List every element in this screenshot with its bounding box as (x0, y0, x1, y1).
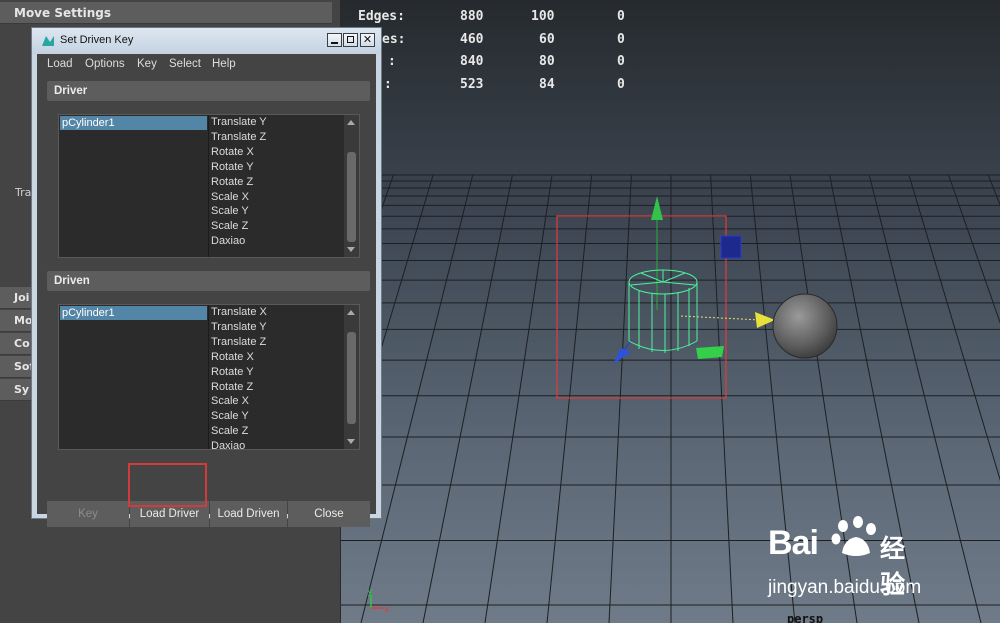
maximize-icon (347, 36, 354, 43)
scroll-down-icon[interactable] (347, 439, 355, 444)
attribute-item[interactable]: Rotate Z (211, 381, 253, 393)
attribute-item[interactable]: Translate Y (211, 321, 267, 333)
attribute-item[interactable]: Rotate X (211, 351, 254, 363)
hud-value-2c: 0 (617, 32, 625, 47)
dialog-client-area: Load Options Key Select Help Driver pCyl… (37, 54, 376, 527)
hud-value-2a: 460 (460, 32, 484, 47)
set-driven-key-dialog: Set Driven Key ✕ Load Options Key Select… (31, 27, 382, 527)
attribute-item[interactable]: Translate Z (211, 336, 266, 348)
attribute-item[interactable]: Scale Z (211, 220, 248, 232)
driver-list-panel: pCylinder1 Translate Y Translate Z Rotate … (58, 114, 360, 258)
maximize-button[interactable] (343, 33, 358, 47)
paw-icon (831, 516, 876, 556)
watermark-url: jingyan.baidu.com (768, 577, 922, 598)
maya-app-icon (42, 36, 54, 46)
z-plane-handle[interactable] (720, 235, 742, 259)
driver-object-item[interactable]: pCylinder1 (60, 116, 207, 130)
attribute-item[interactable]: Scale X (211, 191, 249, 203)
driver-scrollbar[interactable] (344, 115, 359, 257)
close-button[interactable]: Close (288, 501, 370, 527)
attribute-item[interactable]: Scale Y (211, 410, 249, 422)
close-icon: ✕ (362, 33, 373, 46)
view-axis-y-label: y (367, 587, 373, 597)
view-axis-x-label: x (384, 605, 390, 615)
attribute-item[interactable]: Rotate Y (211, 366, 254, 378)
attribute-item[interactable]: Rotate Z (211, 176, 253, 188)
driven-attribute-list[interactable]: Translate X Translate Y Translate Z Rotate … (209, 305, 343, 449)
menu-help[interactable]: Help (212, 58, 236, 70)
hud-value-4c: 0 (617, 77, 625, 92)
attribute-item[interactable]: Translate Y (211, 116, 267, 128)
hud-label-1: Edges: (358, 9, 405, 24)
attribute-item[interactable]: Scale Y (211, 205, 249, 217)
hud-value-3c: 0 (617, 54, 625, 69)
menu-select[interactable]: Select (169, 58, 201, 70)
sphere-mesh[interactable] (772, 293, 838, 359)
driver-attribute-list[interactable]: Translate Y Translate Z Rotate X Rotate Y Ro… (209, 115, 343, 257)
close-window-button[interactable]: ✕ (360, 33, 375, 47)
cylinder-mesh[interactable] (628, 269, 698, 353)
menu-load[interactable]: Load (47, 58, 73, 70)
hud-value-3a: 840 (460, 54, 484, 69)
minimize-icon (331, 42, 338, 44)
hud-value-2b: 60 (539, 32, 555, 47)
dialog-titlebar[interactable]: Set Driven Key ✕ (32, 28, 381, 54)
attribute-item[interactable]: Rotate X (211, 146, 254, 158)
scroll-up-icon[interactable] (347, 120, 355, 125)
attribute-item[interactable]: Scale Z (211, 425, 248, 437)
move-x-axis[interactable] (680, 315, 762, 321)
attribute-item[interactable]: Daxiao (211, 235, 245, 247)
translate-label-partial: Tra (15, 186, 32, 199)
attribute-item[interactable]: Rotate Y (211, 161, 254, 173)
load-driven-button[interactable]: Load Driven (210, 501, 287, 527)
attribute-item[interactable]: Translate X (211, 306, 267, 318)
hud-value-1a: 880 (460, 9, 484, 24)
scroll-up-icon[interactable] (347, 310, 355, 315)
menu-options[interactable]: Options (85, 58, 125, 70)
driven-scrollbar[interactable] (344, 305, 359, 449)
attribute-item[interactable]: Scale X (211, 395, 249, 407)
driven-section-header[interactable]: Driven (47, 271, 370, 291)
watermark-brand: Bai (768, 524, 819, 562)
driver-scroll-thumb[interactable] (347, 152, 356, 242)
hud-label-2: es: (382, 32, 406, 47)
hud-value-4b: 84 (539, 77, 555, 92)
minimize-button[interactable] (327, 33, 342, 47)
driven-object-item[interactable]: pCylinder1 (60, 306, 207, 320)
attribute-item[interactable]: Daxiao (211, 440, 245, 449)
attribute-item[interactable]: Translate Z (211, 131, 266, 143)
move-y-arrow[interactable] (651, 196, 663, 220)
driven-list-panel: pCylinder1 Translate X Translate Y Transla… (58, 304, 360, 450)
driver-section-header[interactable]: Driver (47, 81, 370, 101)
dialog-menubar: Load Options Key Select Help (37, 54, 376, 76)
driven-object-list[interactable]: pCylinder1 (59, 305, 209, 449)
driver-object-list[interactable]: pCylinder1 (59, 115, 209, 257)
dialog-title: Set Driven Key (60, 34, 134, 46)
hud-value-3b: 80 (539, 54, 555, 69)
load-driver-highlight-box (128, 463, 207, 507)
hud-value-1b: 100 (531, 9, 555, 24)
hud-value-1c: 0 (617, 9, 625, 24)
camera-label: persp (787, 612, 824, 623)
xz-plane-handle[interactable] (696, 346, 724, 359)
hud-label-4: : (384, 77, 392, 92)
menu-key[interactable]: Key (137, 58, 157, 70)
tool-settings-header[interactable]: Move Settings (0, 2, 332, 24)
driven-scroll-thumb[interactable] (347, 332, 356, 424)
hud-label-3: : (388, 54, 396, 69)
key-button[interactable]: Key (47, 501, 129, 527)
scroll-down-icon[interactable] (347, 247, 355, 252)
hud-value-4a: 523 (460, 77, 484, 92)
